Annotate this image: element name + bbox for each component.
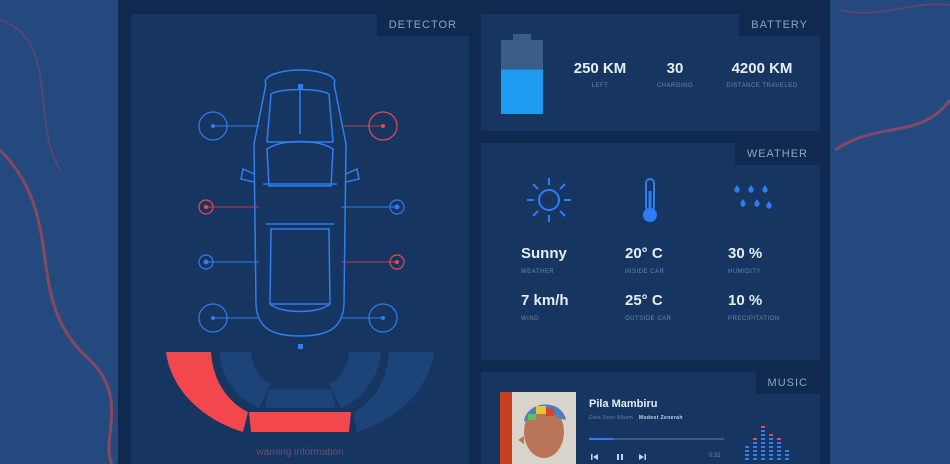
wind: 7 km/h WIND <box>521 292 569 322</box>
music-panel: MUSIC Pila Mambiru Dark Deer Album Modes… <box>481 372 820 464</box>
weather-title: WEATHER <box>734 143 820 165</box>
album-art-face-icon <box>500 392 576 464</box>
wind-value: 7 km/h <box>521 292 569 309</box>
detector-panel: DETECTOR warning information <box>131 14 469 464</box>
progress-fill <box>589 438 614 440</box>
humidity: 30 % HUMIDITY <box>728 245 762 275</box>
music-title: MUSIC <box>755 372 820 394</box>
precipitation-label: PRECIPITATION <box>728 316 780 322</box>
rain-drops-icon <box>734 185 772 209</box>
front-sensor-dot <box>298 84 303 89</box>
battery-panel: BATTERY 250 KM LEFT 30 CHARGING 4200 KM … <box>481 14 820 131</box>
next-icon <box>639 454 646 460</box>
sun-icon <box>527 178 571 222</box>
outside-car-temp: 25° C OUTSIDE CAR <box>625 292 672 322</box>
detector-warning-text: warning information <box>256 447 344 458</box>
rear-sensor-dot <box>298 344 303 349</box>
inside-car-temp: 20° C INSIDE CAR <box>625 245 664 275</box>
car-outline-icon <box>240 69 360 337</box>
weather-condition: Sunny WEATHER <box>521 245 567 275</box>
track-time: 0:32 <box>709 453 721 459</box>
track-artist: Modest Zenerah <box>638 415 683 421</box>
humidity-label: HUMIDITY <box>728 269 761 275</box>
battery-fill <box>501 69 543 114</box>
sensor-lines <box>206 125 397 319</box>
weather-panel: WEATHER Sunny WEATHER 20° C INSIDE CAR 3… <box>481 143 820 360</box>
inside-car-temp-value: 20° C <box>625 245 663 262</box>
battery-charging-label: CHARGING <box>656 83 694 89</box>
precipitation: 10 % PRECIPITATION <box>728 292 780 322</box>
battery-distance-label: DISTANCE TRAVELED <box>726 83 798 89</box>
equalizer-icon <box>745 426 789 460</box>
battery-left-stat: 250 KM LEFT <box>565 60 635 89</box>
outside-car-temp-value: 25° C <box>625 292 663 309</box>
car-sensor-diagram <box>166 69 434 432</box>
playback-controls <box>591 454 646 460</box>
parking-distance-arcs <box>166 351 434 432</box>
wind-label: WIND <box>521 316 539 322</box>
battery-level-icon <box>501 34 543 114</box>
battery-charging-value: 30 <box>666 60 684 77</box>
humidity-value: 30 % <box>728 245 763 262</box>
progress-track[interactable] <box>589 438 724 440</box>
track-meta: Dark Deer Album Modest Zenerah <box>589 415 683 421</box>
weather-condition-label: WEATHER <box>521 269 555 275</box>
battery-left-label: LEFT <box>591 83 609 89</box>
battery-charging-stat: 30 CHARGING <box>645 60 705 89</box>
battery-distance-value: 4200 KM <box>731 60 793 77</box>
outside-car-temp-label: OUTSIDE CAR <box>625 316 672 322</box>
battery-title: BATTERY <box>739 14 820 36</box>
weather-condition-value: Sunny <box>521 245 567 262</box>
previous-icon <box>591 454 598 460</box>
track-album: Dark Deer Album <box>589 415 634 421</box>
album-cover[interactable] <box>500 392 576 464</box>
inside-car-temp-label: INSIDE CAR <box>625 269 665 275</box>
battery-left-value: 250 KM <box>573 60 627 77</box>
precipitation-value: 10 % <box>728 292 763 309</box>
pause-icon <box>617 454 623 460</box>
thermometer-icon <box>643 178 657 222</box>
track-title: Pila Mambiru <box>589 398 658 410</box>
battery-distance-stat: 4200 KM DISTANCE TRAVELED <box>717 60 807 89</box>
